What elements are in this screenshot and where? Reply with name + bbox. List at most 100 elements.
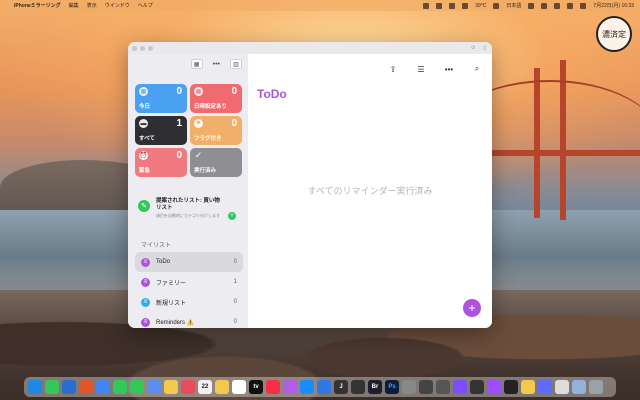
search-icon[interactable]: ⌕ (470, 62, 484, 76)
temperature-readout[interactable]: 39°C (475, 3, 486, 9)
menu-clock[interactable]: 7月22日(月) 16:33 (593, 2, 634, 9)
wifi-icon[interactable] (554, 2, 561, 9)
close-window-button[interactable] (132, 45, 137, 51)
list-item-new-list[interactable]: ≡ 新規リスト 0 (135, 292, 243, 312)
dock-app-icon[interactable] (232, 380, 246, 394)
home-screen-icon[interactable]: ⊙ (471, 45, 475, 51)
add-suggested-list-button[interactable]: + (228, 212, 236, 220)
menu-app-name[interactable]: iPhoneミラーリング (14, 2, 61, 9)
menu-window[interactable]: ウインドウ (105, 2, 130, 9)
dock-app-icon[interactable] (419, 380, 433, 394)
dock-app-icon[interactable] (351, 380, 365, 394)
list-bullet-icon: ≡ (141, 317, 150, 327)
dock-app-icon[interactable] (215, 380, 229, 394)
more-options-icon[interactable]: ••• (442, 62, 456, 76)
more-options-icon[interactable]: ••• (213, 61, 220, 68)
tile-count: 0 (231, 86, 237, 97)
sort-filter-icon[interactable]: ☰ (414, 62, 428, 76)
tile-scheduled[interactable]: ▦ 0 日時設定あり (190, 84, 242, 113)
battery-icon[interactable] (541, 2, 548, 9)
dock-app-icon[interactable] (147, 380, 161, 394)
tile-label: フラグ付き (194, 136, 222, 142)
dock-app-icon[interactable] (300, 380, 314, 394)
dock-app-icon[interactable] (130, 380, 144, 394)
menu-edit[interactable]: 編集 (69, 2, 79, 9)
tile-count: 1 (176, 118, 182, 129)
list-count: 0 (233, 319, 237, 325)
display-icon[interactable] (462, 2, 469, 9)
dock-calendar-icon[interactable]: 22 (198, 380, 212, 394)
dock-trash-icon[interactable] (589, 380, 603, 394)
dock-app-icon[interactable] (283, 380, 297, 394)
dock-app-icon[interactable] (504, 380, 518, 394)
tile-urgent[interactable]: ⏰ 0 緊急 (135, 148, 187, 177)
tile-label: 実行済み (194, 168, 217, 174)
add-reminder-button[interactable]: + (463, 299, 481, 317)
menu-view[interactable]: 表示 (87, 2, 97, 9)
tile-label: 今日 (139, 104, 151, 110)
tile-today[interactable]: ▦ 0 今日 (135, 84, 187, 113)
reminders-window: ⊙ ▯ ▦ ••• ▥ ▦ 0 今日 ▦ 0 日時設定あり ▬ 1 すべて ⚑ … (128, 42, 492, 328)
dock-app-icon[interactable]: J (334, 380, 348, 394)
dock-app-icon[interactable] (96, 380, 110, 394)
input-method[interactable]: 日本語 (506, 2, 521, 9)
dock-app-icon[interactable] (470, 380, 484, 394)
dock-app-icon[interactable] (164, 380, 178, 394)
dock-app-icon[interactable] (79, 380, 93, 394)
sidebar-toolbar: ▦ ••• ▥ (128, 54, 248, 74)
tile-label: 緊急 (139, 168, 151, 174)
dock-app-icon[interactable] (555, 380, 569, 394)
dock-app-icon[interactable] (538, 380, 552, 394)
tile-all[interactable]: ▬ 1 すべて (135, 116, 187, 145)
app-switcher-icon[interactable]: ▯ (483, 45, 486, 51)
control-center-icon[interactable] (580, 2, 587, 9)
menu-help[interactable]: ヘルプ (138, 2, 153, 9)
list-name: ToDo (156, 259, 171, 265)
dock-app-icon[interactable] (521, 380, 535, 394)
suggested-list[interactable]: ✎ 提案されたリスト: 買い物リスト 項目を自動的にカテゴリ分けします + (138, 196, 242, 230)
status-area: 39°C 日本語 7月22日(月) 16:33 (423, 2, 634, 9)
vpn-icon[interactable] (449, 2, 456, 9)
dock-app-icon[interactable] (487, 380, 501, 394)
calendar-clock-icon: ▦ (194, 87, 203, 96)
dock-tv-icon[interactable]: tv (249, 380, 263, 394)
dock-app-icon[interactable] (113, 380, 127, 394)
dock-app-icon[interactable] (266, 380, 280, 394)
dock-folder-icon[interactable] (572, 380, 586, 394)
title-bar[interactable]: ⊙ ▯ (128, 42, 492, 54)
list-item-reminders[interactable]: ≡ Reminders ⚠️ 0 (135, 312, 243, 328)
list-item-todo[interactable]: ≡ ToDo 0 (135, 252, 243, 272)
app-status-icon[interactable] (436, 2, 443, 9)
pencil-icon: ✎ (138, 200, 150, 212)
dock-app-icon[interactable] (62, 380, 76, 394)
dock-app-icon[interactable] (436, 380, 450, 394)
share-icon[interactable]: ⇪ (386, 62, 400, 76)
stamp-text: 濃済定 (602, 29, 626, 39)
list-item-family[interactable]: ≡ ファミリー 1 (135, 272, 243, 292)
empty-state-message: すべてのリマインダー実行済み (307, 186, 433, 196)
dock-app-icon[interactable] (28, 380, 42, 394)
zoom-window-button[interactable] (148, 45, 153, 51)
approval-stamp: 濃済定 (596, 16, 632, 52)
list-bullet-icon: ≡ (141, 297, 150, 307)
bluetooth-icon[interactable] (528, 2, 535, 9)
dock-app-icon[interactable] (402, 380, 416, 394)
dropbox-icon[interactable] (423, 2, 430, 9)
minimize-window-button[interactable] (140, 45, 145, 51)
add-list-icon[interactable]: ▦ (190, 59, 203, 69)
dock-app-icon[interactable] (181, 380, 195, 394)
cpu-icon[interactable] (493, 2, 500, 9)
suggested-list-subtitle: 項目を自動的にカテゴリ分けします (156, 213, 220, 218)
main-toolbar: ⇪ ☰ ••• ⌕ (386, 62, 484, 76)
tile-completed[interactable]: ✓ 実行済み (190, 148, 242, 177)
my-lists: ≡ ToDo 0 ≡ ファミリー 1 ≡ 新規リスト 0 ≡ Reminders… (135, 252, 243, 328)
dock-app-icon[interactable] (453, 380, 467, 394)
tile-flagged[interactable]: ⚑ 0 フラグ付き (190, 116, 242, 145)
dock-app-icon[interactable] (45, 380, 59, 394)
dock-app-icon[interactable] (317, 380, 331, 394)
tile-label: すべて (139, 136, 155, 142)
dock-photoshop-icon[interactable]: Ps (385, 380, 399, 394)
search-icon[interactable] (567, 2, 574, 9)
sidebar-toggle-icon[interactable]: ▥ (230, 59, 242, 69)
dock-bridge-icon[interactable]: Br (368, 380, 382, 394)
